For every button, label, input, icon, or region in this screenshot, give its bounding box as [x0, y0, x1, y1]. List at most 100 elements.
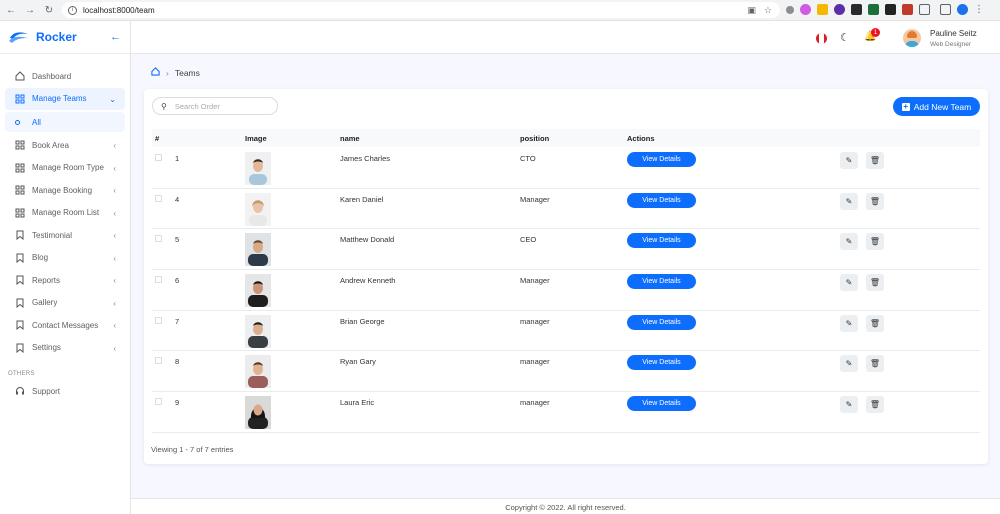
extension-icon[interactable] — [834, 4, 845, 15]
edit-icon[interactable]: ✎ — [840, 152, 858, 169]
grid-icon — [15, 140, 25, 150]
table-row: 4 Karen Daniel Manager View Details ✎ 🗑 — [152, 189, 980, 230]
browser-toolbar: ← → ↻ i localhost:8000/team ▣ ☆ ⋮ — [0, 0, 1000, 21]
edit-icon[interactable]: ✎ — [840, 192, 858, 210]
sidebar-item-label: Gallery — [32, 298, 58, 308]
reload-icon[interactable]: ↻ — [41, 2, 57, 18]
chevron-left-icon: ‹ — [113, 186, 116, 195]
view-details-button[interactable]: View Details — [627, 274, 696, 290]
row-checkbox[interactable] — [155, 398, 162, 406]
sidebar-item-manage-booking[interactable]: Manage Booking ‹ — [0, 179, 130, 202]
trash-icon[interactable]: 🗑 — [866, 396, 884, 414]
sidebar-item-label: Manage Room Type — [32, 163, 104, 173]
edit-icon[interactable]: ✎ — [840, 396, 858, 414]
edit-icon[interactable]: ✎ — [840, 355, 858, 373]
bookmark-icon — [15, 298, 25, 308]
row-name: Laura Eric — [340, 398, 375, 408]
team-member-photo — [245, 355, 271, 389]
sidebar-subitem-all[interactable]: All — [5, 112, 125, 132]
sidebar-item-gallery[interactable]: Gallery ‹ — [0, 292, 130, 315]
sidebar-item-settings[interactable]: Settings ‹ — [0, 337, 130, 360]
bookmark-icon — [15, 253, 25, 263]
view-details-button[interactable]: View Details — [627, 192, 696, 208]
row-checkbox[interactable] — [155, 316, 162, 324]
sidepanel-icon[interactable] — [940, 4, 951, 15]
trash-icon[interactable]: 🗑 — [866, 355, 884, 373]
team-member-photo — [245, 233, 271, 267]
sidebar-item-manage-room-list[interactable]: Manage Room List ‹ — [0, 202, 130, 225]
search-input[interactable] — [174, 101, 265, 111]
sidebar-item-dashboard[interactable]: Dashboard — [0, 65, 130, 88]
row-checkbox[interactable] — [155, 194, 162, 202]
chevron-left-icon: ‹ — [113, 321, 116, 330]
sidebar-item-support[interactable]: Support — [0, 380, 130, 403]
avatar[interactable] — [903, 29, 921, 47]
row-position: Manager — [520, 194, 550, 204]
moon-icon[interactable]: ☾ — [840, 31, 850, 44]
home-icon[interactable] — [151, 67, 160, 78]
row-checkbox[interactable] — [155, 276, 162, 284]
edit-icon[interactable]: ✎ — [840, 274, 858, 292]
column-header-position: position — [520, 134, 550, 143]
sidebar-item-book-area[interactable]: Book Area ‹ — [0, 134, 130, 157]
user-name[interactable]: Pauline Seitz — [930, 29, 977, 38]
row-name: Brian George — [340, 316, 385, 326]
extension-icon[interactable] — [817, 4, 828, 15]
url-text: localhost:8000/team — [83, 5, 155, 15]
forward-icon[interactable]: → — [22, 2, 38, 18]
grid-icon — [15, 94, 25, 104]
trash-icon[interactable]: 🗑 — [866, 152, 884, 169]
address-bar[interactable]: i localhost:8000/team ▣ ☆ — [62, 2, 780, 18]
view-details-button[interactable]: View Details — [627, 152, 696, 167]
canada-flag-icon[interactable] — [816, 33, 827, 44]
tab-icon[interactable]: ▣ — [747, 5, 756, 16]
chevron-left-icon: ‹ — [113, 163, 116, 173]
collapse-arrow-icon[interactable]: ← — [110, 31, 121, 43]
view-details-button[interactable]: View Details — [627, 314, 696, 330]
extension-icon[interactable] — [868, 4, 879, 15]
circle-icon — [15, 119, 20, 125]
edit-icon[interactable]: ✎ — [840, 314, 858, 332]
row-checkbox[interactable] — [155, 154, 162, 161]
add-new-team-button[interactable]: + Add New Team — [893, 97, 980, 116]
sidebar-item-manage-teams[interactable]: Manage Teams ⌄ — [5, 87, 125, 110]
edit-icon[interactable]: ✎ — [840, 233, 858, 251]
sidebar-item-blog[interactable]: Blog ‹ — [0, 247, 130, 270]
puzzle-icon[interactable] — [919, 4, 930, 15]
row-position: manager — [520, 357, 550, 367]
view-details-button[interactable]: View Details — [627, 233, 696, 249]
chevron-left-icon: ‹ — [113, 343, 116, 353]
row-position: manager — [520, 398, 550, 408]
row-checkbox[interactable] — [155, 235, 162, 243]
star-icon[interactable]: ☆ — [764, 5, 772, 16]
chevron-left-icon: ‹ — [113, 253, 116, 263]
row-position: CTO — [520, 154, 536, 163]
menu-icon[interactable]: ⋮ — [974, 4, 984, 15]
view-details-button[interactable]: View Details — [627, 355, 696, 371]
chevron-left-icon: ‹ — [113, 298, 116, 308]
sidebar-item-contact-messages[interactable]: Contact Messages ‹ — [0, 314, 130, 337]
view-details-button[interactable]: View Details — [627, 396, 696, 412]
extension-icon[interactable] — [786, 5, 794, 14]
extension-icon[interactable] — [851, 4, 862, 15]
back-icon[interactable]: ← — [3, 2, 19, 18]
team-member-photo — [245, 396, 271, 430]
trash-icon[interactable]: 🗑 — [866, 233, 884, 251]
table-header: # Image name position Actions — [152, 129, 980, 147]
trash-icon[interactable]: 🗑 — [866, 314, 884, 332]
profile-icon[interactable] — [957, 4, 968, 15]
sidebar-item-manage-room-type[interactable]: Manage Room Type ‹ — [0, 157, 130, 180]
sidebar-item-label: Testimonial — [32, 230, 73, 240]
team-member-photo — [245, 314, 271, 348]
info-icon[interactable]: i — [68, 5, 77, 15]
sidebar-item-testimonial[interactable]: Testimonial ‹ — [0, 224, 130, 247]
sidebar-item-reports[interactable]: Reports ‹ — [0, 269, 130, 292]
trash-icon[interactable]: 🗑 — [866, 192, 884, 210]
extension-icon[interactable] — [885, 4, 896, 15]
add-button-label: Add New Team — [913, 101, 972, 112]
notification-badge: 1 — [871, 28, 880, 37]
row-checkbox[interactable] — [155, 357, 162, 365]
extension-icon[interactable] — [800, 4, 811, 15]
extension-icon[interactable] — [902, 4, 913, 15]
trash-icon[interactable]: 🗑 — [866, 274, 884, 292]
